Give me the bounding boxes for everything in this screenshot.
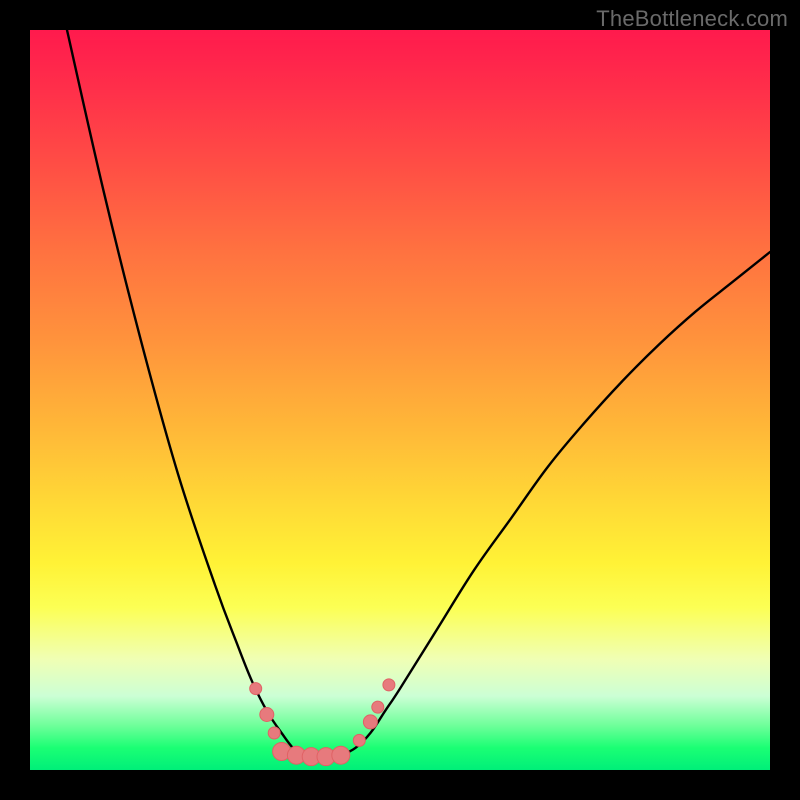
chart-frame: TheBottleneck.com: [0, 0, 800, 800]
plot-area: [30, 30, 770, 770]
marker-group: [250, 679, 395, 766]
watermark-text: TheBottleneck.com: [596, 6, 788, 32]
data-marker: [250, 683, 262, 695]
data-marker: [268, 727, 280, 739]
data-marker: [332, 746, 350, 764]
data-marker: [383, 679, 395, 691]
bottleneck-curve: [67, 30, 770, 760]
data-marker: [353, 734, 365, 746]
data-marker: [260, 708, 274, 722]
chart-svg: [30, 30, 770, 770]
data-marker: [363, 715, 377, 729]
data-marker: [372, 701, 384, 713]
